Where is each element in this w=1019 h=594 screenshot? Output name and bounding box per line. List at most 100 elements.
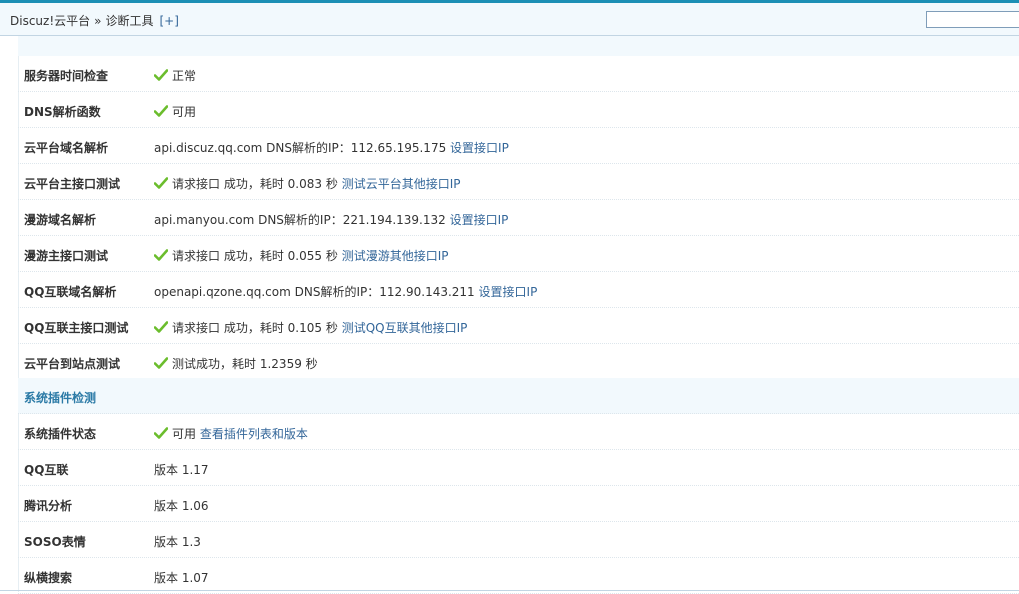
row-label: QQ互联域名解析 xyxy=(24,285,117,299)
row-cloud-interface-test: 云平台主接口测试 请求接口 成功，耗时 0.083 秒 测试云平台其他接口IP xyxy=(18,164,1019,200)
check-icon xyxy=(154,249,168,261)
plugin-section-header: 系统插件检测 xyxy=(18,378,1019,414)
add-shortcut-button[interactable]: [+] xyxy=(160,14,179,28)
row-qq-dns: QQ互联域名解析 openapi.qzone.qq.com DNS解析的IP：1… xyxy=(18,272,1019,308)
row-label: QQ互联主接口测试 xyxy=(24,321,129,335)
version-value: 1.07 xyxy=(181,571,209,585)
time-value: 1.2359 xyxy=(259,357,302,371)
time-value: 0.083 xyxy=(287,177,323,191)
check-icon xyxy=(154,321,168,333)
row-value: 请求接口 成功，耗时 0.105 秒 测试QQ互联其他接口IP xyxy=(154,319,467,336)
version-label: 版本 xyxy=(154,463,179,477)
time-unit: 秒 xyxy=(325,249,338,263)
time-unit: 秒 xyxy=(325,321,338,335)
breadcrumb-separator: » xyxy=(94,14,102,28)
result-text: 请求接口 成功，耗时 xyxy=(172,177,284,191)
row-label: SOSO表情 xyxy=(24,535,86,549)
check-icon xyxy=(154,69,168,81)
result-text: 测试成功，耗时 xyxy=(172,357,257,371)
breadcrumb-root[interactable]: Discuz!云平台 xyxy=(10,14,90,28)
version-value: 1.17 xyxy=(181,463,209,477)
check-icon xyxy=(154,427,168,439)
row-label: 系统插件状态 xyxy=(24,427,97,441)
ip-text: 221.194.139.132 xyxy=(342,213,446,227)
dns-ip-label: DNS解析的IP： xyxy=(258,213,343,227)
version-label: 版本 xyxy=(154,571,179,585)
host-text: api.manyou.com xyxy=(154,213,255,227)
row-label: 漫游域名解析 xyxy=(24,213,97,227)
row-value: 可用 查看插件列表和版本 xyxy=(154,425,308,442)
row-dns-function: DNS解析函数 可用 xyxy=(18,92,1019,128)
row-server-time: 服务器时间检查 正常 xyxy=(18,56,1019,92)
set-interface-ip-link[interactable]: 设置接口IP xyxy=(450,141,509,155)
time-value: 0.105 xyxy=(287,321,323,335)
row-label: 云平台主接口测试 xyxy=(24,177,121,191)
breadcrumb-current: 诊断工具 xyxy=(105,14,154,28)
check-icon xyxy=(154,177,168,189)
check-icon xyxy=(154,357,168,369)
time-value: 0.055 xyxy=(287,249,323,263)
test-other-ip-link[interactable]: 测试云平台其他接口IP xyxy=(342,177,461,191)
row-cloud-to-site-test: 云平台到站点测试 测试成功，耗时 1.2359 秒 xyxy=(18,344,1019,380)
search-input[interactable] xyxy=(926,11,1019,28)
row-manyou-dns: 漫游域名解析 api.manyou.com DNS解析的IP：221.194.1… xyxy=(18,200,1019,236)
row-value: 版本 1.17 xyxy=(154,461,209,478)
row-value: 版本 1.07 xyxy=(154,569,209,586)
dns-ip-label: DNS解析的IP： xyxy=(294,285,380,299)
result-text: 请求接口 成功，耗时 xyxy=(172,321,284,335)
row-value: 正常 xyxy=(154,67,196,84)
row-value: 版本 1.06 xyxy=(154,497,209,514)
time-unit: 秒 xyxy=(305,357,318,371)
row-value: 请求接口 成功，耗时 0.083 秒 测试云平台其他接口IP xyxy=(154,175,460,192)
row-cloud-dns: 云平台域名解析 api.discuz.qq.com DNS解析的IP：112.6… xyxy=(18,128,1019,164)
row-label: 纵横搜索 xyxy=(24,571,73,585)
version-value: 1.06 xyxy=(181,499,209,513)
status-text: 可用 xyxy=(172,105,197,119)
row-value: api.manyou.com DNS解析的IP：221.194.139.132 … xyxy=(154,211,508,228)
diagnostic-panel: 服务器时间检查 正常 DNS解析函数 可用 云平台域名解析 api.discuz… xyxy=(18,36,1019,594)
row-label: 服务器时间检查 xyxy=(24,69,109,83)
panel-top-strip xyxy=(18,36,1019,56)
breadcrumb: Discuz!云平台 » 诊断工具 [+] xyxy=(10,12,179,29)
row-qq-interface-test: QQ互联主接口测试 请求接口 成功，耗时 0.105 秒 测试QQ互联其他接口I… xyxy=(18,308,1019,344)
row-label: 腾讯分析 xyxy=(24,499,73,513)
test-other-ip-link[interactable]: 测试QQ互联其他接口IP xyxy=(342,321,468,335)
row-plugin-tencent-analytics: 腾讯分析 版本 1.06 xyxy=(18,486,1019,522)
ip-text: 112.65.195.175 xyxy=(350,141,447,155)
set-interface-ip-link[interactable]: 设置接口IP xyxy=(479,285,538,299)
host-text: openapi.qzone.qq.com xyxy=(154,285,291,299)
row-value: openapi.qzone.qq.com DNS解析的IP：112.90.143… xyxy=(154,283,537,300)
time-unit: 秒 xyxy=(325,177,338,191)
result-text: 请求接口 成功，耗时 xyxy=(172,249,284,263)
row-manyou-interface-test: 漫游主接口测试 请求接口 成功，耗时 0.055 秒 测试漫游其他接口IP xyxy=(18,236,1019,272)
version-label: 版本 xyxy=(154,535,179,549)
row-label: 云平台到站点测试 xyxy=(24,357,121,371)
row-value: 请求接口 成功，耗时 0.055 秒 测试漫游其他接口IP xyxy=(154,247,448,264)
header-bar: Discuz!云平台 » 诊断工具 [+] xyxy=(0,3,1019,36)
status-text: 正常 xyxy=(172,69,197,83)
row-label: DNS解析函数 xyxy=(24,105,101,119)
row-value: api.discuz.qq.com DNS解析的IP：112.65.195.17… xyxy=(154,139,509,156)
ip-text: 112.90.143.211 xyxy=(379,285,475,299)
bottom-border xyxy=(0,590,1019,591)
host-text: api.discuz.qq.com xyxy=(154,141,263,155)
set-interface-ip-link[interactable]: 设置接口IP xyxy=(450,213,509,227)
row-value: 测试成功，耗时 1.2359 秒 xyxy=(154,355,318,372)
row-plugin-qqconnect: QQ互联 版本 1.17 xyxy=(18,450,1019,486)
row-plugin-search: 纵横搜索 版本 1.07 xyxy=(18,558,1019,594)
version-label: 版本 xyxy=(154,499,179,513)
row-label: QQ互联 xyxy=(24,463,69,477)
row-value: 可用 xyxy=(154,103,196,120)
view-plugin-list-link[interactable]: 查看插件列表和版本 xyxy=(200,427,308,441)
row-plugin-soso-emoji: SOSO表情 版本 1.3 xyxy=(18,522,1019,558)
row-value: 版本 1.3 xyxy=(154,533,201,550)
dns-ip-label: DNS解析的IP： xyxy=(266,141,351,155)
row-label: 漫游主接口测试 xyxy=(24,249,109,263)
test-other-ip-link[interactable]: 测试漫游其他接口IP xyxy=(342,249,449,263)
section-title: 系统插件检测 xyxy=(24,391,97,405)
status-text: 可用 xyxy=(172,427,197,441)
version-value: 1.3 xyxy=(181,535,201,549)
check-icon xyxy=(154,105,168,117)
row-label: 云平台域名解析 xyxy=(24,141,109,155)
row-plugin-status: 系统插件状态 可用 查看插件列表和版本 xyxy=(18,414,1019,450)
